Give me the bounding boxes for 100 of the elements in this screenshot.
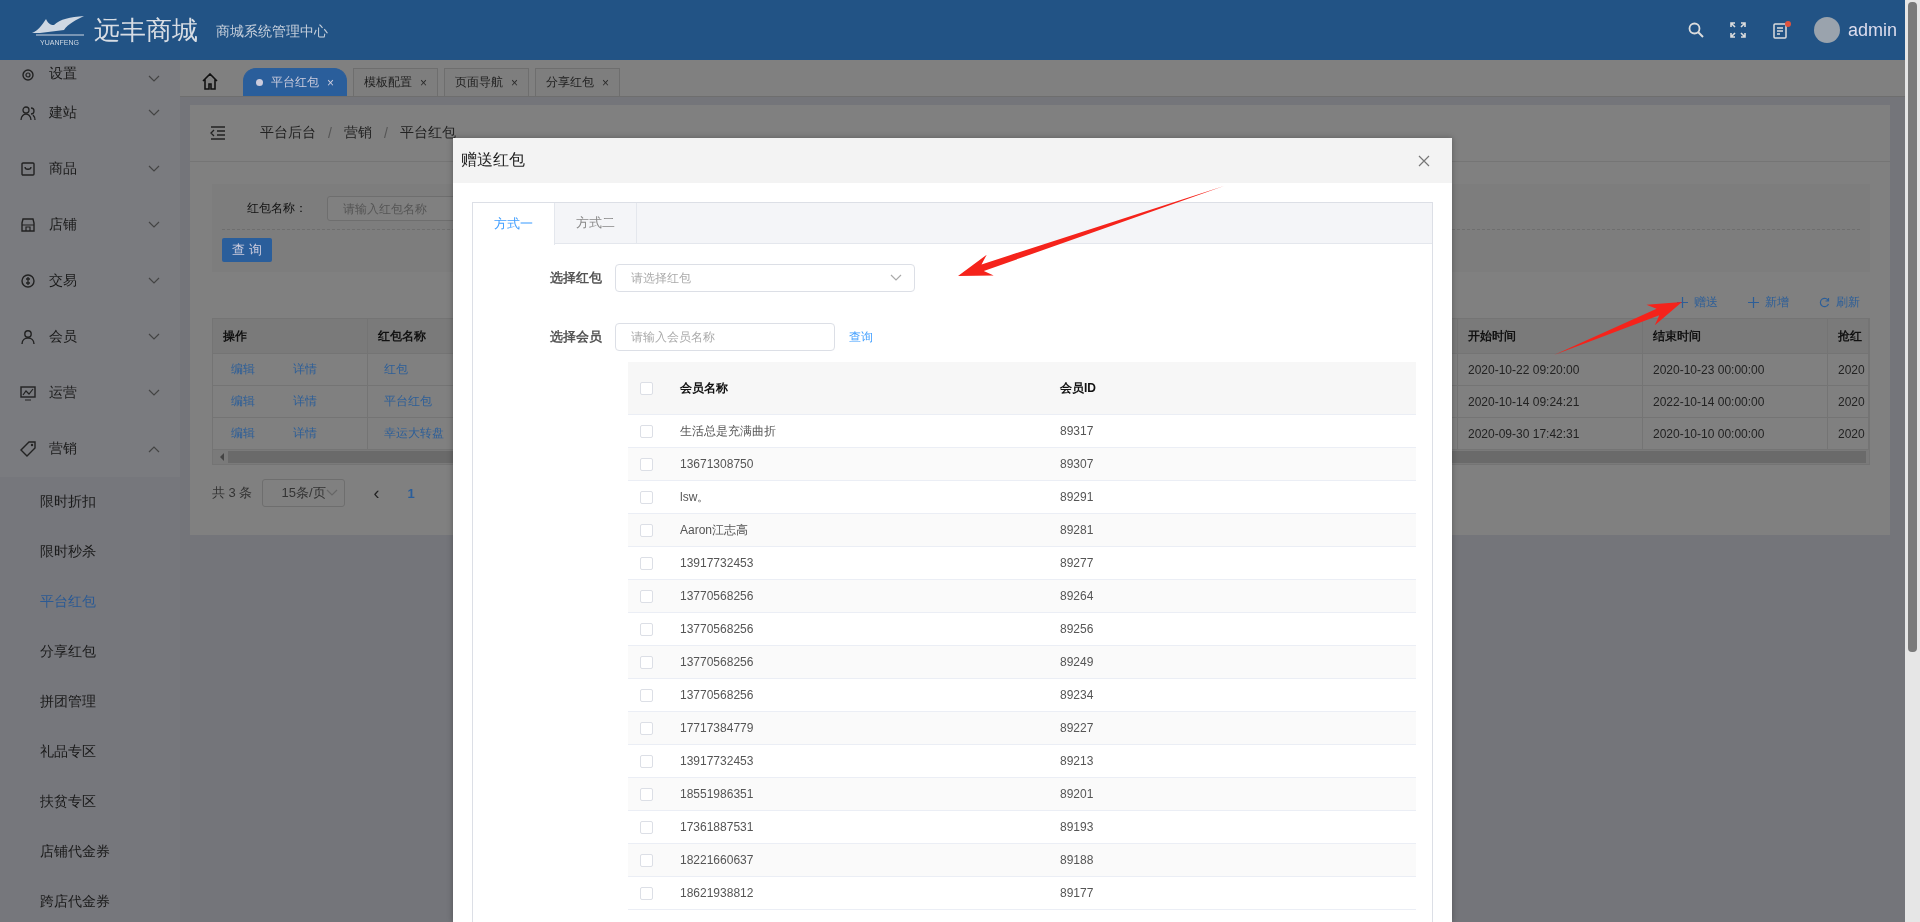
checkbox[interactable] [640, 853, 653, 867]
table-cell-text: 89291 [1060, 489, 1095, 506]
breadcrumb-separator: / [383, 125, 388, 141]
avatar[interactable] [1813, 17, 1840, 43]
sidebar-item[interactable]: 交易 [0, 253, 180, 309]
checkbox[interactable] [640, 589, 653, 603]
sidebar-subitem[interactable]: 限时折扣 [0, 477, 180, 527]
table-cell-text: 89256 [1060, 621, 1095, 638]
user-name[interactable]: admin [1847, 19, 1897, 41]
checkbox[interactable] [640, 381, 653, 395]
chevron-down-icon [148, 109, 160, 117]
refresh-icon [1819, 297, 1830, 308]
table-cell: 2020-09-30 17:42:31 [1458, 418, 1643, 449]
column-header: 操作 [213, 319, 368, 353]
table-cell-text: 89249 [1060, 654, 1095, 671]
table-cell-text: 89307 [1060, 456, 1095, 473]
table-cell-text: 13917732453 [680, 753, 755, 770]
table-cell: 2020-10-14 09:24:21 [1458, 386, 1643, 417]
table-cell-text: 89277 [1060, 555, 1095, 572]
monitor-chart-icon [20, 385, 36, 401]
table-cell: 2020-10-10 00:00:00 [1643, 418, 1828, 449]
column-header: 会员名称 [680, 379, 729, 397]
dialog-tab[interactable]: 方式二 [555, 203, 637, 243]
breadcrumb-separator: / [328, 125, 332, 141]
table-cell-text: 生活总是充满曲折 [680, 422, 777, 440]
select-field[interactable]: 请选择红包 [615, 264, 915, 292]
table-cell-text: 13770568256 [680, 621, 755, 638]
sidebar-subitem[interactable]: 限时秒杀 [0, 527, 180, 577]
sidebar-subitem[interactable]: 扶贫专区 [0, 777, 180, 827]
sidebar-item[interactable]: 运营 [0, 365, 180, 421]
sidebar-subitem[interactable]: 拼团管理 [0, 677, 180, 727]
checkbox[interactable] [640, 787, 653, 801]
table-cell-text: 18551986351 [680, 786, 755, 803]
checkbox[interactable] [640, 721, 653, 735]
chevron-down-icon [148, 221, 160, 229]
breadcrumb-item[interactable]: 平台红包 [399, 124, 456, 142]
checkbox[interactable] [640, 523, 653, 537]
page-tab[interactable]: 模板配置 × [353, 68, 439, 96]
sidebar-subitem[interactable]: 跨店代金券 [0, 877, 180, 922]
table-cell-text: 13770568256 [680, 588, 755, 605]
breadcrumb-item[interactable]: 平台后台 [260, 124, 316, 142]
page-tab[interactable]: 分享红包 × [535, 68, 621, 96]
table-cell-text: 17361887531 [680, 819, 755, 836]
table-cell-text: 13917732453 [680, 555, 755, 572]
page-tab[interactable]: 页面导航 × [444, 68, 530, 96]
page-scrollbar[interactable] [1905, 0, 1920, 922]
sidebar-item[interactable]: 设置 [0, 60, 180, 85]
checkbox[interactable] [640, 424, 653, 438]
table-cell: 2020 [1828, 354, 1869, 385]
box-icon [20, 161, 36, 177]
close-icon[interactable]: × [420, 75, 428, 90]
checkbox[interactable] [640, 490, 653, 504]
close-icon[interactable]: × [602, 75, 610, 90]
chevron-down-icon [148, 277, 160, 285]
table-cell-text: 13770568256 [680, 654, 755, 671]
person-icon [20, 329, 36, 345]
fullscreen-icon [1729, 22, 1746, 38]
gear-icon [20, 67, 36, 83]
sidebar-subitem[interactable]: 分享红包 [0, 627, 180, 677]
page-size-select[interactable]: 15条/页 [262, 479, 346, 507]
dialog-tab[interactable]: 方式一 [473, 203, 555, 245]
sidebar-subitem[interactable]: 店铺代金券 [0, 827, 180, 877]
chevron-down-icon [148, 75, 160, 83]
sidebar-item[interactable]: 会员 [0, 309, 180, 365]
close-icon [1418, 154, 1430, 167]
column-header: 抢红 [1828, 319, 1869, 353]
header-subtitle: 商城系统管理中心 [216, 23, 328, 41]
field-label: 选择会员 [549, 328, 603, 346]
table-cell-text: 89201 [1060, 786, 1095, 803]
table-cell-text: 13671308750 [680, 456, 755, 473]
checkbox[interactable] [640, 754, 653, 768]
field-label: 选择红包 [549, 269, 603, 287]
close-icon[interactable]: × [327, 75, 334, 90]
breadcrumb-item[interactable]: 营销 [343, 124, 372, 142]
table-cell: 2020 [1828, 386, 1869, 417]
page-tab[interactable]: 平台红包 × [243, 68, 347, 96]
table-cell-text: 13770568256 [680, 687, 755, 704]
sidebar-item[interactable]: 营销 [0, 421, 180, 477]
previous-page-button[interactable]: ‹ [373, 482, 380, 504]
query-button[interactable]: 查 询 [222, 238, 272, 262]
checkbox[interactable] [640, 556, 653, 570]
checkbox[interactable] [640, 655, 653, 669]
sidebar-subitem[interactable]: 礼品专区 [0, 727, 180, 777]
search-field[interactable]: 请输入会员名称 [615, 323, 835, 351]
close-icon[interactable]: × [511, 75, 519, 90]
table-cell-text: 17717384779 [680, 720, 755, 737]
checkbox[interactable] [640, 820, 653, 834]
checkbox[interactable] [640, 457, 653, 471]
table-cell-text: 89177 [1060, 885, 1095, 902]
checkbox[interactable] [640, 886, 653, 900]
sidebar-item[interactable]: 建站 [0, 85, 180, 141]
table-cell: 2020 [1828, 418, 1869, 449]
query-link[interactable]: 查询 [849, 328, 873, 346]
sidebar-item[interactable]: 店铺 [0, 197, 180, 253]
checkbox[interactable] [640, 688, 653, 702]
plus-icon [1748, 297, 1759, 308]
sidebar-item[interactable]: 商品 [0, 141, 180, 197]
table-cell-text: 89317 [1060, 423, 1095, 440]
checkbox[interactable] [640, 622, 653, 636]
table-cell: 2020-10-23 00:00:00 [1643, 354, 1828, 385]
